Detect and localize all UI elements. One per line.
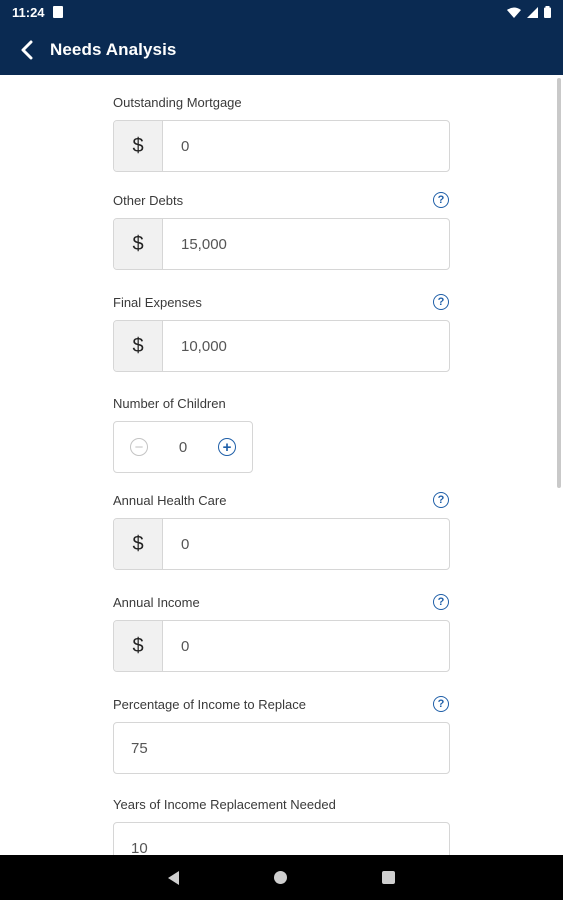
status-bar: 11:24 [0, 0, 563, 24]
input-value[interactable]: 0 [163, 121, 189, 171]
years-replacement-input[interactable]: 10 [113, 822, 450, 855]
field-years-income-replacement: Years of Income Replacement Needed 10 [113, 792, 450, 855]
status-time: 11:24 [12, 4, 45, 20]
currency-prefix: $ [114, 621, 163, 671]
field-label: Outstanding Mortgage [113, 94, 242, 110]
help-icon[interactable]: ? [433, 192, 449, 208]
nav-back-icon[interactable] [168, 870, 179, 885]
currency-prefix: $ [114, 219, 163, 269]
field-label: Other Debts [113, 192, 184, 208]
page-title: Needs Analysis [50, 39, 177, 59]
input-value[interactable]: 10 [114, 823, 148, 856]
field-annual-income: Annual Income ? $ 0 [113, 590, 450, 672]
nav-home-icon[interactable] [274, 871, 287, 884]
field-label: Percentage of Income to Replace [113, 696, 306, 712]
wifi-icon [507, 7, 521, 18]
back-arrow-icon[interactable] [14, 37, 40, 63]
minus-circle-icon[interactable]: − [130, 438, 148, 456]
field-outstanding-mortgage: Outstanding Mortgage $ 0 [113, 90, 450, 172]
form-content[interactable]: Outstanding Mortgage $ 0 Other Debts ? $… [0, 75, 563, 855]
field-label: Number of Children [113, 395, 226, 411]
input-value[interactable]: 0 [163, 621, 189, 671]
final-expenses-input[interactable]: $ 10,000 [113, 320, 450, 372]
annual-income-input[interactable]: $ 0 [113, 620, 450, 672]
currency-prefix: $ [114, 321, 163, 371]
stepper-value: 0 [178, 438, 188, 456]
field-other-debts: Other Debts ? $ 15,000 [113, 188, 450, 270]
input-value[interactable]: 15,000 [163, 219, 227, 269]
outstanding-mortgage-input[interactable]: $ 0 [113, 120, 450, 172]
nav-recents-icon[interactable] [382, 871, 395, 884]
field-annual-health-care: Annual Health Care ? $ 0 [113, 488, 450, 570]
scrollbar[interactable] [557, 78, 561, 488]
help-icon[interactable]: ? [433, 492, 449, 508]
field-final-expenses: Final Expenses ? $ 10,000 [113, 290, 450, 372]
system-nav-bar [0, 855, 563, 900]
help-icon[interactable]: ? [433, 594, 449, 610]
help-icon[interactable]: ? [433, 696, 449, 712]
sd-card-icon [52, 6, 63, 18]
signal-icon [527, 6, 538, 18]
field-label: Years of Income Replacement Needed [113, 796, 336, 812]
currency-prefix: $ [114, 519, 163, 569]
field-number-of-children: Number of Children − 0 + [113, 391, 450, 473]
input-value[interactable]: 0 [163, 519, 189, 569]
percentage-income-input[interactable]: 75 [113, 722, 450, 774]
plus-circle-icon[interactable]: + [218, 438, 236, 456]
input-value[interactable]: 75 [114, 723, 148, 773]
field-label: Annual Health Care [113, 492, 227, 508]
field-percentage-income-replace: Percentage of Income to Replace ? 75 [113, 692, 450, 774]
other-debts-input[interactable]: $ 15,000 [113, 218, 450, 270]
currency-prefix: $ [114, 121, 163, 171]
annual-health-care-input[interactable]: $ 0 [113, 518, 450, 570]
field-label: Final Expenses [113, 294, 202, 310]
children-stepper: − 0 + [113, 421, 253, 473]
status-icons [507, 6, 551, 18]
app-bar: Needs Analysis [0, 24, 563, 75]
field-label: Annual Income [113, 594, 200, 610]
battery-icon [544, 6, 551, 18]
help-icon[interactable]: ? [433, 294, 449, 310]
input-value[interactable]: 10,000 [163, 321, 227, 371]
